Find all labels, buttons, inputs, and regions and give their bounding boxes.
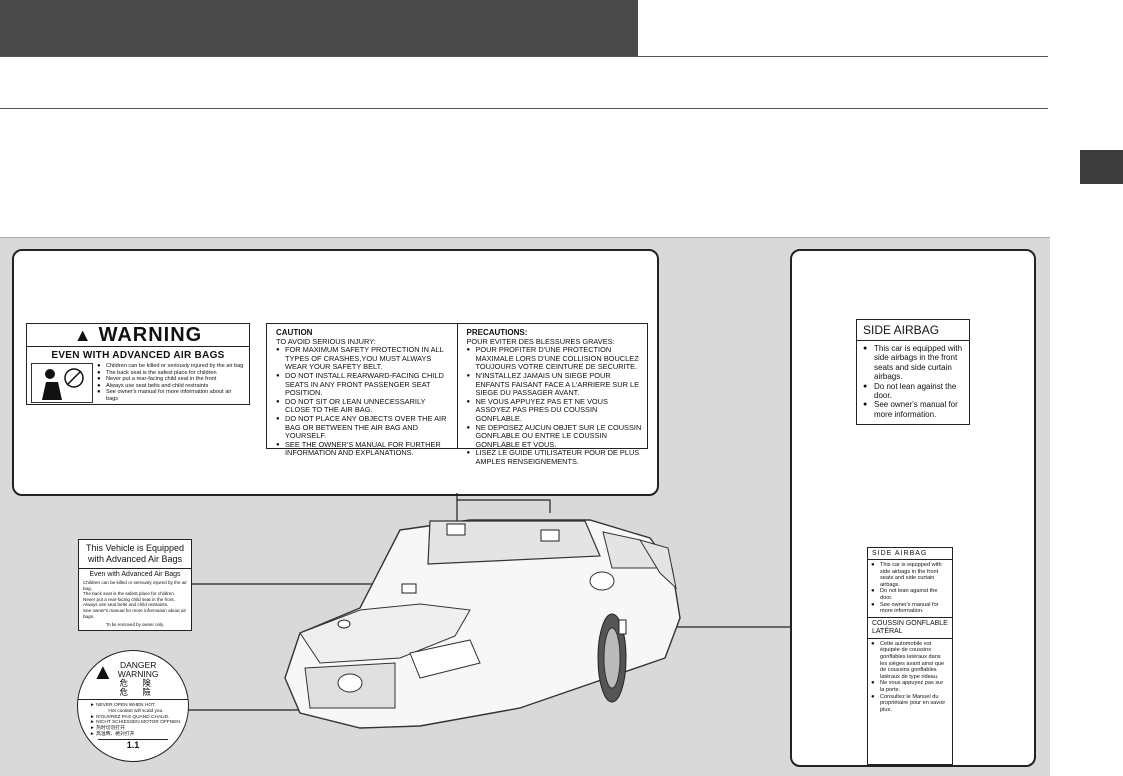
caution-item: DO NOT PLACE ANY OBJECTS OVER THE AIR BA… (276, 414, 452, 441)
caution-item: FOR MAXIMUM SAFETY PROTECTION IN ALL TYP… (276, 345, 452, 372)
header-rule-top (0, 56, 1048, 57)
advanced-airbags-line: The back seat is the safest place for ch… (83, 591, 176, 597)
warning-item: The back seat is the safest place for ch… (97, 370, 245, 377)
warning-triangle-icon: ▲ (73, 324, 93, 345)
side-airbag-french-item: Cette automobile est équipée de coussins… (871, 641, 949, 681)
precautions-item: N'INSTALLEZ JAMAIS UN SIEGE POUR ENFANTS… (467, 371, 643, 398)
chapter-header-bar (0, 0, 638, 56)
side-airbag-bilingual-title: SIDE AIRBAG (868, 548, 952, 560)
warning-subtitle: EVEN WITH ADVANCED AIR BAGS (51, 350, 225, 361)
caution-label: CAUTION TO AVOID SERIOUS INJURY: FOR MAX… (266, 323, 648, 466)
precautions-item: NE DEPOSEZ AUCUN OBJET SUR LE COUSSIN GO… (467, 423, 643, 450)
advanced-airbags-title: This Vehicle is Equipped with Advanced A… (79, 540, 191, 569)
radiator-cap-danger-label: ▲ DANGER WARNING 危 険 危 險 ► NEVER OPEN WH… (77, 650, 189, 762)
caution-item: DO NOT INSTALL REARWARD-FACING CHILD SEA… (276, 371, 452, 398)
leader-line-top (456, 493, 551, 513)
precautions-item: POUR PROFITER D'UNE PROTECTION MAXIMALE … (467, 345, 643, 372)
advanced-airbags-line: See owner's manual for more information … (83, 607, 187, 619)
danger-line: ► 高温時、絶対打开 (90, 731, 135, 737)
warning-item: Children can be killed or seriously inju… (97, 363, 245, 370)
advanced-airbags-label: This Vehicle is Equipped with Advanced A… (78, 539, 192, 631)
side-airbag-bilingual-item: See owner's manual for more information. (871, 602, 949, 615)
side-airbag-label: SIDE AIRBAG This car is equipped with si… (856, 319, 970, 425)
label-marker-radiator (337, 619, 351, 629)
advanced-airbags-subtitle: Even with Advanced Air Bags (89, 571, 181, 578)
emblem (337, 673, 363, 693)
label-marker-visor-right (540, 529, 560, 542)
side-airbag-item: See owner's manual for more information. (863, 400, 965, 419)
caution-item: SEE THE OWNER'S MANUAL FOR FURTHER INFOR… (276, 440, 452, 458)
precautions-item: LISEZ LE GUIDE UTILISATEUR POUR DE PLUS … (467, 448, 643, 466)
advanced-airbags-line: Children can be killed or seriously inju… (83, 580, 187, 591)
danger-jp-line: 危 險 (119, 687, 157, 697)
side-airbag-french-title: COUSSIN GONFLABLE LATÉRAL (868, 616, 952, 639)
label-marker-door (618, 619, 627, 635)
side-airbag-item: This car is equipped with side airbags i… (863, 344, 965, 382)
caution-item: DO NOT SIT OR LEAN UNNECESSARILY CLOSE T… (276, 397, 452, 415)
chapter-side-tab[interactable] (1080, 150, 1123, 184)
side-airbag-bilingual-label: SIDE AIRBAG This car is equipped with si… (867, 547, 953, 765)
side-airbag-french-item: Ne vous appuyez pas sur la porte. (871, 680, 949, 693)
side-airbag-bilingual-item: This car is equipped with side airbags i… (871, 562, 949, 588)
caution-english: CAUTION TO AVOID SERIOUS INJURY: FOR MAX… (267, 324, 457, 457)
label-marker-hood (401, 583, 417, 594)
caution-french: PRECAUTIONS: POUR EVITER DES BLESSURES G… (456, 324, 648, 466)
warning-item: Always use seat belts and child restrain… (97, 383, 245, 390)
side-airbag-bilingual-item: Do not lean against the door. (871, 588, 949, 601)
precautions-item: NE VOUS APPUYEZ PAS ET NE VOUS ASSOYEZ P… (467, 397, 643, 424)
warning-items: Children can be killed or seriously inju… (97, 363, 245, 403)
warning-item: See owner's manual for more information … (97, 389, 245, 402)
danger-footer: 1.1 (98, 738, 168, 750)
child-seat-pictogram (31, 363, 93, 403)
side-airbag-french-item: Consultez le Manuel du propriétaire pour… (871, 694, 949, 714)
warning-title: WARNING (98, 323, 203, 346)
danger-triangle-icon: ▲ (92, 659, 114, 684)
header-rule-bottom (0, 108, 1048, 109)
label-marker-visor-left (446, 523, 466, 536)
side-airbag-item: Do not lean against the door. (863, 382, 965, 401)
side-airbag-title: SIDE AIRBAG (857, 320, 969, 341)
warning-label: ▲WARNING EVEN WITH ADVANCED AIR BAGS Chi… (26, 323, 250, 405)
side-mirror (589, 571, 615, 591)
warning-item: Never put a rear-facing child seat in th… (97, 376, 245, 383)
advanced-airbags-footer: To be removed by owner only. (105, 622, 165, 628)
